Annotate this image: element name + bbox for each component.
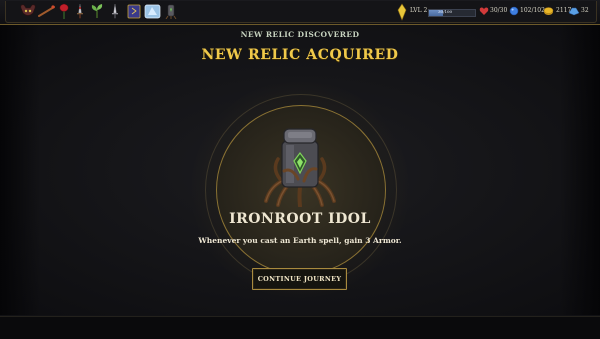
bottom-strip xyxy=(0,316,600,339)
continue-journey-button[interactable]: CONTINUE JOURNEY xyxy=(252,268,347,290)
right-vignette xyxy=(560,25,600,315)
relic-description: Whenever you cast an Earth spell, gain 3… xyxy=(198,236,402,245)
ironroot-idol-icon[interactable] xyxy=(262,123,338,207)
steel-dagger-relic-icon[interactable] xyxy=(108,3,122,19)
heart-icon xyxy=(479,7,489,15)
horned-mask-relic-icon[interactable] xyxy=(19,3,37,19)
gems-value: 32 xyxy=(581,7,589,14)
ice-crystal-relic-icon[interactable] xyxy=(144,3,161,19)
left-vignette xyxy=(0,25,40,315)
relic-name: IRONROOT IDOL xyxy=(229,211,371,227)
level-gem-icon xyxy=(397,3,407,21)
top-bar: LVL 2 30/100 30/30 102/102 2117 32 xyxy=(0,0,600,25)
mana-orb-icon xyxy=(509,6,519,16)
wooden-staff-relic-icon[interactable] xyxy=(38,3,55,19)
sprout-relic-icon[interactable] xyxy=(90,3,104,19)
reward-title: NEW RELIC ACQUIRED xyxy=(201,47,399,63)
health-value: 30/30 xyxy=(490,7,508,14)
mana-value: 102/102 xyxy=(520,7,545,14)
bloody-dagger-relic-icon[interactable] xyxy=(73,3,87,19)
ironroot-idol-relic-icon[interactable] xyxy=(164,3,178,19)
red-rose-relic-icon[interactable] xyxy=(57,3,71,19)
gold-coins-icon xyxy=(543,7,554,15)
reward-subtitle: NEW RELIC DISCOVERED xyxy=(240,30,360,39)
spellbook-relic-icon[interactable] xyxy=(126,3,142,19)
gem-cluster-icon xyxy=(568,7,580,16)
xp-text: 30/100 xyxy=(438,9,453,14)
level-label: LVL 2 xyxy=(410,7,428,14)
